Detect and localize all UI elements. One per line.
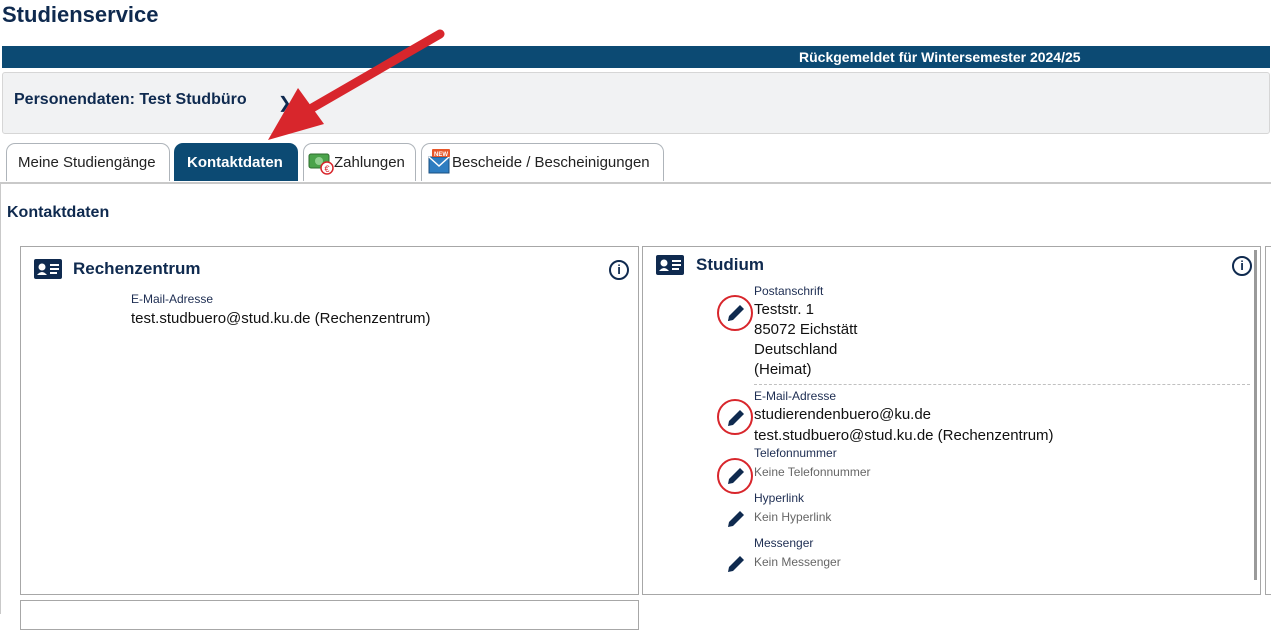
mail-new-icon: NEW (428, 149, 450, 174)
status-bar: Rückgemeldet für Wintersemester 2024/25 (2, 46, 1270, 68)
annotation-circle (717, 458, 753, 494)
divider (754, 384, 1250, 385)
hyperlink-label: Hyperlink (754, 491, 805, 505)
tab-kontaktdaten[interactable]: Kontaktdaten (174, 143, 298, 181)
info-icon[interactable]: i (609, 260, 629, 280)
postal-line: Teststr. 1 (754, 301, 815, 318)
hyperlink-value: Kein Hyperlink (754, 510, 832, 524)
tab-zahlungen[interactable]: € Zahlungen (303, 143, 416, 181)
postal-line: Deutschland (754, 341, 838, 358)
money-icon: € (308, 153, 334, 175)
postal-line: 85072 Eichstätt (754, 321, 858, 338)
info-icon[interactable]: i (1232, 256, 1252, 276)
section-title: Kontaktdaten (7, 204, 110, 221)
messenger-label: Messenger (754, 536, 814, 550)
tab-meine-studiengaenge[interactable]: Meine Studiengänge (6, 143, 170, 181)
contact-card-icon (34, 259, 62, 279)
card-title-rechenzentrum: Rechenzentrum (73, 259, 201, 278)
contact-card-icon (656, 255, 684, 275)
email-value: studierendenbuero@ku.de (754, 406, 932, 423)
page-title: Studienservice (2, 2, 159, 27)
edit-hyperlink-pencil-icon[interactable] (725, 508, 747, 530)
email-value: test.studbuero@stud.ku.de (Rechenzentrum… (754, 427, 1054, 444)
person-title[interactable]: Personendaten: Test Studbüro (14, 91, 247, 109)
chevron-right-icon[interactable]: ❯ (278, 93, 291, 113)
card-rechenzentrum (20, 246, 639, 595)
card-partial (20, 600, 639, 630)
svg-text:NEW: NEW (434, 152, 448, 158)
semester-status: Rückgemeldet für Wintersemester 2024/25 (799, 49, 1081, 65)
postal-label: Postanschrift (754, 284, 824, 298)
email-value: test.studbuero@stud.ku.de (Rechenzentrum… (131, 310, 431, 327)
tab-bescheide[interactable]: NEW Bescheide / Bescheinigungen (421, 143, 664, 181)
email-label: E-Mail-Adresse (754, 389, 837, 403)
annotation-circle (717, 399, 753, 435)
card-partial-right (1265, 246, 1271, 595)
email-label: E-Mail-Adresse (131, 292, 214, 306)
person-panel: Personendaten: Test Studbüro ❯ (2, 72, 1270, 134)
phone-label: Telefonnummer (754, 446, 837, 460)
card-title-studium: Studium (696, 255, 764, 274)
messenger-value: Kein Messenger (754, 555, 841, 569)
postal-line: (Heimat) (754, 361, 812, 378)
annotation-circle (717, 295, 753, 331)
phone-value: Keine Telefonnummer (754, 465, 871, 479)
scrollbar[interactable] (1254, 250, 1257, 580)
svg-text:€: € (324, 164, 329, 174)
edit-messenger-pencil-icon[interactable] (725, 553, 747, 575)
